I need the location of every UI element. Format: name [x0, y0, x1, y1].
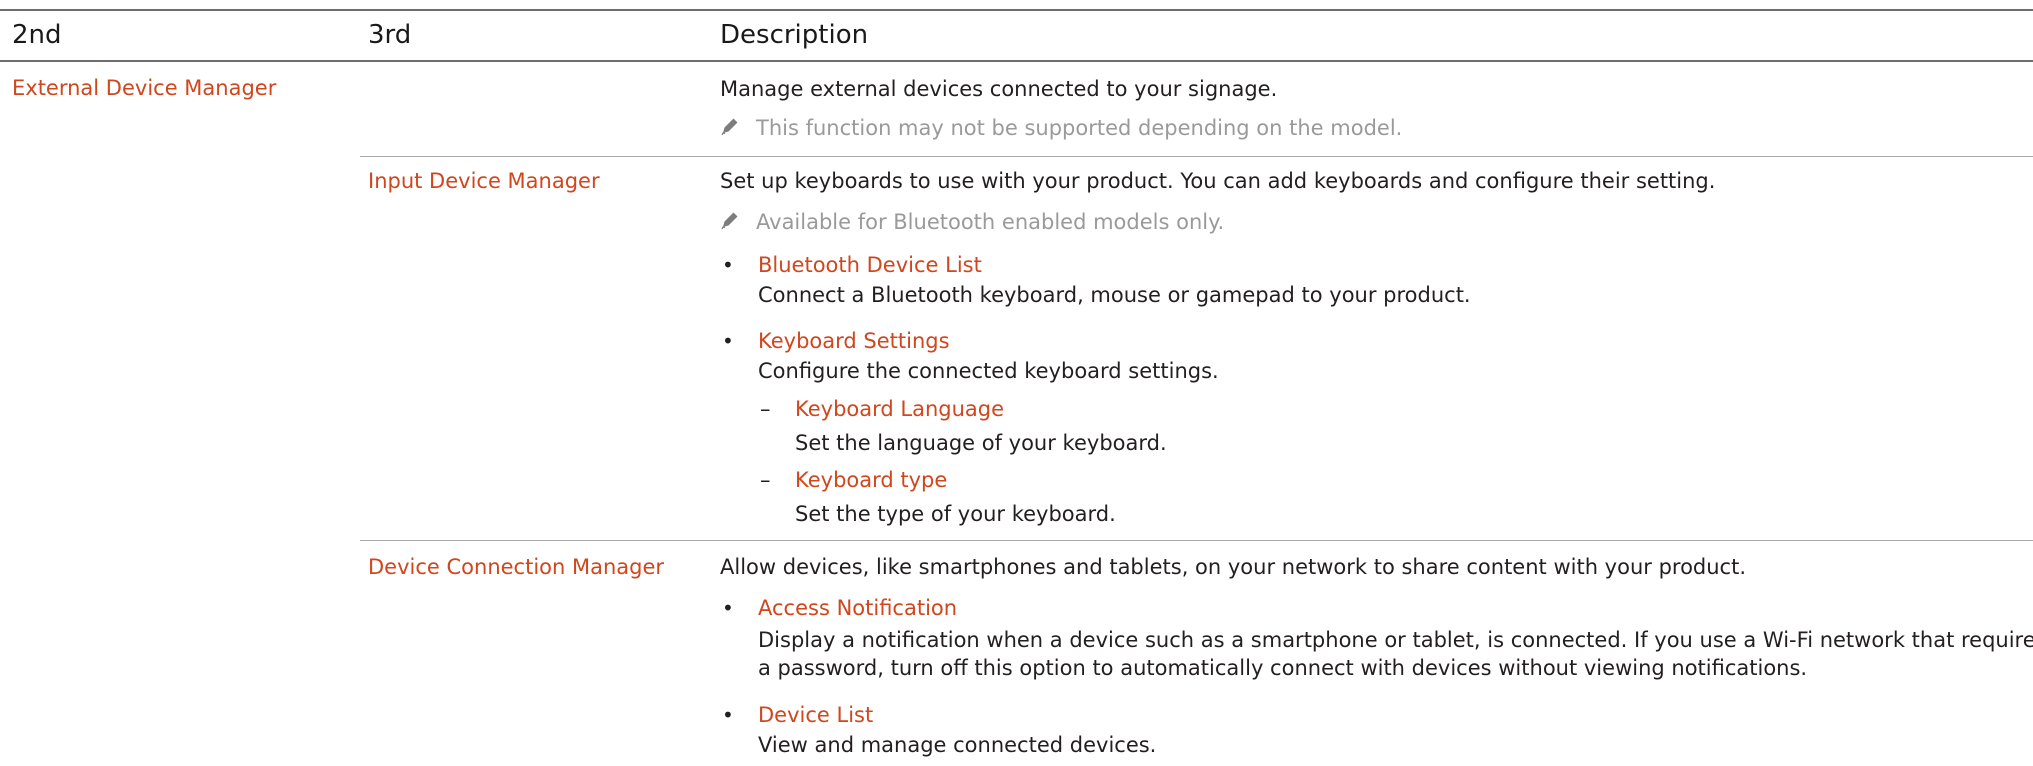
- keyboard-language-description: Set the language of your keyboard.: [795, 431, 1167, 455]
- bullet-icon: •: [722, 596, 734, 620]
- bullet-icon: •: [722, 329, 734, 353]
- table-top-rule: [0, 9, 2033, 11]
- menu-item-keyboard-language[interactable]: Keyboard Language: [795, 397, 1004, 421]
- menu-item-access-notification[interactable]: Access Notification: [758, 596, 957, 620]
- menu-item-keyboard-settings[interactable]: Keyboard Settings: [758, 329, 950, 353]
- pencil-icon: [721, 118, 738, 136]
- row-divider: [360, 156, 2033, 157]
- menu-item-bluetooth-device-list[interactable]: Bluetooth Device List: [758, 253, 982, 277]
- menu-item-external-device-manager[interactable]: External Device Manager: [12, 76, 276, 100]
- row-divider: [360, 540, 2033, 541]
- keyboard-settings-description: Configure the connected keyboard setting…: [758, 359, 1219, 383]
- menu-item-input-device-manager[interactable]: Input Device Manager: [368, 169, 600, 193]
- menu-item-keyboard-type[interactable]: Keyboard type: [795, 468, 947, 492]
- access-notification-description-line1: Display a notification when a device suc…: [758, 628, 2033, 652]
- column-header-description: Description: [720, 20, 869, 50]
- access-notification-description-line2: a password, turn off this option to auto…: [758, 656, 1808, 680]
- menu-item-device-list[interactable]: Device List: [758, 703, 873, 727]
- device-list-description: View and manage connected devices.: [758, 733, 1157, 757]
- bullet-icon: •: [722, 253, 734, 277]
- menu-item-device-connection-manager[interactable]: Device Connection Manager: [368, 555, 664, 579]
- bluetooth-device-list-description: Connect a Bluetooth keyboard, mouse or g…: [758, 283, 1471, 307]
- column-header-3rd: 3rd: [368, 20, 412, 50]
- external-description: Manage external devices connected to you…: [720, 77, 1278, 101]
- external-note: This function may not be supported depen…: [756, 116, 1403, 140]
- bullet-icon: •: [722, 703, 734, 727]
- connection-description: Allow devices, like smartphones and tabl…: [720, 555, 1747, 579]
- table-header-rule: [0, 60, 2033, 62]
- input-note: Available for Bluetooth enabled models o…: [756, 210, 1225, 234]
- keyboard-type-description: Set the type of your keyboard.: [795, 502, 1116, 526]
- input-description: Set up keyboards to use with your produc…: [720, 169, 1716, 193]
- dash-icon: –: [760, 397, 771, 421]
- pencil-icon: [721, 212, 738, 230]
- dash-icon: –: [760, 468, 771, 492]
- column-header-2nd: 2nd: [12, 20, 62, 50]
